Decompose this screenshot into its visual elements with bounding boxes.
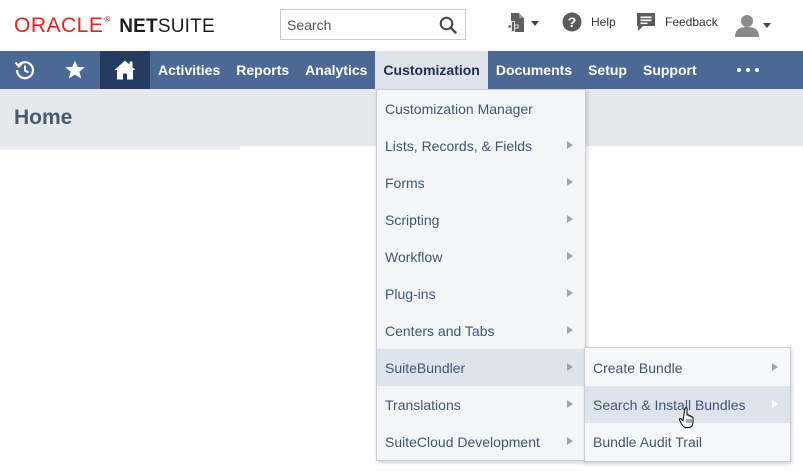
menu-item-workflow[interactable]: Workflow xyxy=(377,238,585,275)
dot xyxy=(755,68,759,72)
new-record-icon xyxy=(508,13,524,32)
menu-item-label: Search & Install Bundles xyxy=(593,396,746,413)
submenu-arrow-icon xyxy=(772,400,778,408)
tab-analytics[interactable]: Analytics xyxy=(297,51,375,89)
menu-item-forms[interactable]: Forms xyxy=(377,164,585,201)
nav-tabs: Activities Reports Analytics Customizati… xyxy=(150,51,705,89)
menu-item-create-bundle[interactable]: Create Bundle xyxy=(585,349,790,386)
nav-favorites[interactable] xyxy=(50,51,100,89)
menu-item-plug-ins[interactable]: Plug-ins xyxy=(377,275,585,312)
tab-reports[interactable]: Reports xyxy=(228,51,297,89)
menu-item-label: Scripting xyxy=(385,211,440,228)
tab-setup[interactable]: Setup xyxy=(580,51,635,89)
tab-support[interactable]: Support xyxy=(635,51,705,89)
submenu-arrow-icon xyxy=(567,437,573,445)
feedback-label: Feedback xyxy=(665,15,718,29)
page-title: Home xyxy=(14,106,73,129)
logo-registered-mark: ® xyxy=(104,15,111,24)
top-header: ORACLE ® NETSUITE ? Help xyxy=(0,0,803,51)
suitebundler-submenu: Create Bundle Search & Install Bundles B… xyxy=(584,347,791,462)
chevron-down-icon xyxy=(531,20,539,26)
dot xyxy=(737,68,741,72)
menu-item-label: Workflow xyxy=(385,248,443,265)
tab-activities[interactable]: Activities xyxy=(150,51,228,89)
dot xyxy=(746,68,750,72)
menu-item-centers-and-tabs[interactable]: Centers and Tabs xyxy=(377,312,585,349)
portlet-divider xyxy=(0,146,240,150)
nav-home[interactable] xyxy=(100,51,150,89)
submenu-arrow-icon xyxy=(567,252,573,260)
menu-item-label: Centers and Tabs xyxy=(385,322,495,339)
feedback-icon xyxy=(637,13,655,31)
hand-pointer-cursor-icon xyxy=(679,407,694,428)
submenu-arrow-icon xyxy=(567,178,573,186)
submenu-arrow-icon xyxy=(772,363,778,371)
recent-records-icon xyxy=(14,61,35,80)
user-menu-button[interactable] xyxy=(734,13,771,37)
submenu-arrow-icon xyxy=(567,363,573,371)
submenu-arrow-icon xyxy=(567,215,573,223)
menu-item-translations[interactable]: Translations xyxy=(377,386,585,423)
help-label: Help xyxy=(591,15,616,29)
svg-text:?: ? xyxy=(568,14,577,30)
menu-item-label: Customization Manager xyxy=(385,100,533,117)
menu-item-label: Bundle Audit Trail xyxy=(593,433,702,450)
more-dots-icon[interactable] xyxy=(728,51,768,89)
star-icon xyxy=(65,60,85,79)
nav-recent-records[interactable] xyxy=(0,51,50,89)
global-search-box xyxy=(280,9,466,40)
submenu-arrow-icon xyxy=(567,289,573,297)
customization-menu: Customization Manager Lists, Records, & … xyxy=(376,89,586,461)
menu-item-label: SuiteCloud Development xyxy=(385,433,540,450)
menu-item-label: SuiteBundler xyxy=(385,359,466,376)
logo-suite-text: SUITE xyxy=(157,16,215,37)
main-navigation-bar: Activities Reports Analytics Customizati… xyxy=(0,51,803,89)
menu-item-label: Forms xyxy=(385,174,425,191)
logo-oracle-text: ORACLE xyxy=(14,14,104,37)
global-search-input[interactable] xyxy=(281,10,431,39)
logo-netsuite-text: NETSUITE xyxy=(119,16,215,38)
menu-item-label: Lists, Records, & Fields xyxy=(385,137,533,154)
tab-documents[interactable]: Documents xyxy=(488,51,580,89)
logo-net-text: NET xyxy=(119,16,158,37)
menu-item-label: Translations xyxy=(385,396,461,413)
feedback-button[interactable]: Feedback xyxy=(636,12,718,32)
menu-item-customization-manager[interactable]: Customization Manager xyxy=(377,90,585,127)
help-button[interactable]: ? Help xyxy=(562,12,616,32)
menu-item-label: Plug-ins xyxy=(385,285,436,302)
user-avatar-icon xyxy=(735,15,759,37)
menu-item-suitecloud-development[interactable]: SuiteCloud Development xyxy=(377,423,585,460)
chevron-down-icon xyxy=(763,22,771,28)
submenu-arrow-icon xyxy=(567,400,573,408)
help-icon: ? xyxy=(562,12,582,32)
oracle-netsuite-logo[interactable]: ORACLE ® NETSUITE xyxy=(14,14,215,38)
create-new-button[interactable] xyxy=(508,12,539,34)
menu-item-suitebundler[interactable]: SuiteBundler xyxy=(377,349,585,386)
menu-item-label: Create Bundle xyxy=(593,359,683,376)
search-icon[interactable] xyxy=(439,16,457,34)
menu-item-scripting[interactable]: Scripting xyxy=(377,201,585,238)
submenu-arrow-icon xyxy=(567,326,573,334)
home-icon xyxy=(114,60,136,80)
submenu-arrow-icon xyxy=(567,141,573,149)
menu-item-lists-records-fields[interactable]: Lists, Records, & Fields xyxy=(377,127,585,164)
tab-customization[interactable]: Customization xyxy=(375,51,488,89)
